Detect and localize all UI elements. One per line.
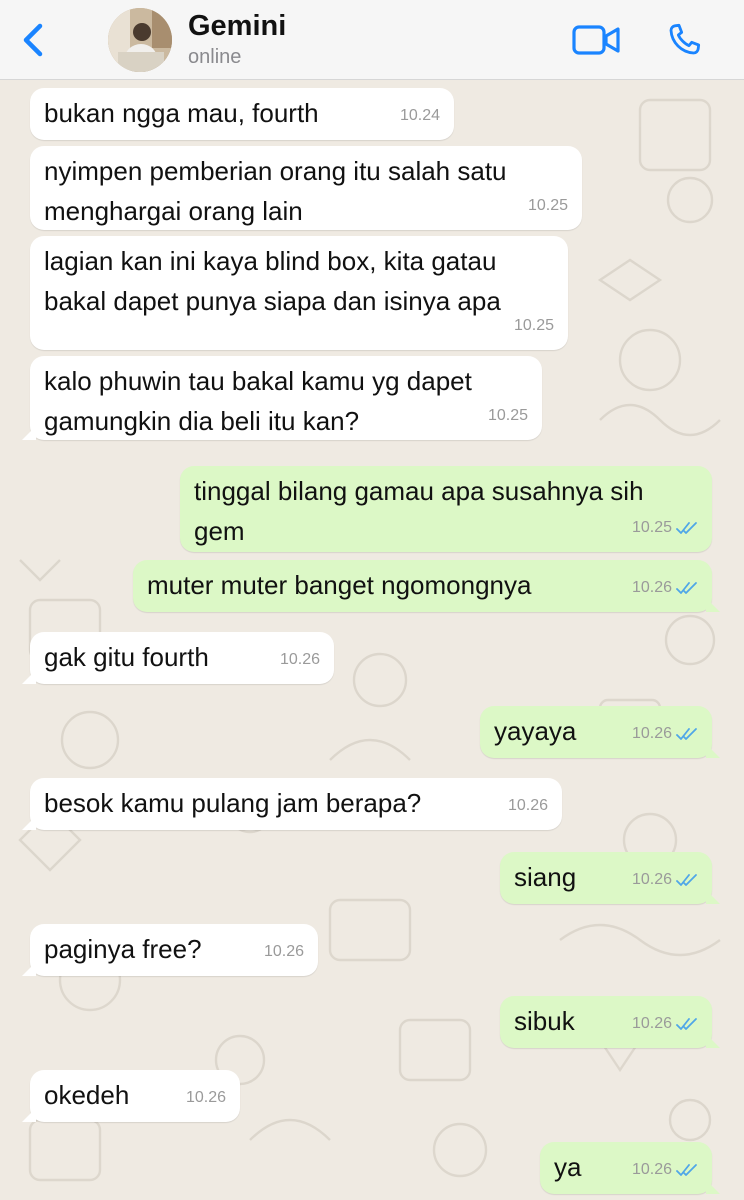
message-text: muter muter banget ngomongnya [147, 570, 532, 600]
outgoing-message[interactable]: tinggal bilang gamau apa susahnya sih gem… [180, 466, 712, 552]
voice-call-button[interactable] [664, 20, 704, 60]
message-time: 10.26 [631, 579, 672, 596]
message-time: 10.26 [263, 943, 304, 960]
outgoing-message[interactable]: ya 10.26 [540, 1142, 720, 1194]
message-text: lagian kan ini kaya blind box, kita gata… [44, 246, 501, 316]
double-check-icon [676, 582, 697, 594]
message-time: 10.24 [399, 107, 440, 124]
message-meta: 10.26 [632, 568, 698, 608]
incoming-message[interactable]: nyimpen pemberian orang itu salah satu me… [30, 146, 582, 230]
chat-header: Gemini online [0, 0, 744, 80]
message-meta: 10.26 [280, 640, 320, 680]
message-time: 10.26 [631, 1015, 672, 1032]
message-meta: 10.26 [264, 932, 304, 972]
message-meta: 10.26 [632, 714, 698, 754]
incoming-message[interactable]: paginya free? 10.26 [22, 924, 318, 976]
back-button[interactable] [18, 22, 50, 58]
outgoing-message[interactable]: muter muter banget ngomongnya 10.26 [133, 560, 720, 612]
message-time: 10.26 [507, 797, 548, 814]
phone-icon [669, 23, 701, 55]
message-time: 10.25 [513, 317, 554, 334]
incoming-message[interactable]: besok kamu pulang jam berapa? 10.26 [22, 778, 562, 830]
message-time: 10.25 [487, 407, 528, 424]
avatar-photo [108, 8, 172, 72]
message-meta: 10.25 [528, 186, 568, 226]
video-call-button[interactable] [572, 24, 620, 56]
message-text: tinggal bilang gamau apa susahnya sih gem [194, 476, 644, 546]
message-list[interactable]: bukan ngga mau, fourth 10.24 nyimpen pembe… [0, 80, 744, 1200]
double-check-icon [676, 728, 697, 740]
incoming-message[interactable]: okedeh 10.26 [22, 1070, 240, 1122]
outgoing-message[interactable]: yayaya 10.26 [480, 706, 720, 758]
message-meta: 10.26 [632, 860, 698, 900]
message-time: 10.25 [631, 519, 672, 536]
double-check-icon [676, 522, 697, 534]
message-time: 10.26 [631, 871, 672, 888]
message-meta: 10.25 [514, 306, 554, 346]
message-text: besok kamu pulang jam berapa? [44, 788, 422, 818]
message-time: 10.26 [279, 651, 320, 668]
double-check-icon [676, 1018, 697, 1030]
message-meta: 10.26 [186, 1078, 226, 1118]
incoming-message[interactable]: bukan ngga mau, fourth 10.24 [30, 88, 454, 140]
message-meta: 10.26 [508, 786, 548, 826]
incoming-message[interactable]: kalo phuwin tau bakal kamu yg dapet gamun… [22, 356, 542, 440]
incoming-message[interactable]: lagian kan ini kaya blind box, kita gata… [30, 236, 568, 350]
outgoing-message[interactable]: siang 10.26 [500, 852, 720, 904]
message-text: kalo phuwin tau bakal kamu yg dapet gamun… [44, 366, 472, 436]
message-time: 10.25 [527, 197, 568, 214]
message-text: nyimpen pemberian orang itu salah satu me… [44, 156, 507, 226]
message-meta: 10.24 [400, 96, 440, 136]
message-meta: 10.26 [632, 1004, 698, 1044]
incoming-message[interactable]: gak gitu fourth 10.26 [22, 632, 334, 684]
message-text: bukan ngga mau, fourth [44, 98, 319, 128]
message-text: gak gitu fourth [44, 642, 209, 672]
message-meta: 10.26 [632, 1150, 698, 1190]
avatar[interactable] [108, 8, 172, 72]
message-meta: 10.25 [488, 396, 528, 436]
double-check-icon [676, 874, 697, 886]
contact-status: online [188, 46, 242, 68]
double-check-icon [676, 1164, 697, 1176]
back-chevron-icon [23, 23, 43, 57]
message-time: 10.26 [631, 1161, 672, 1178]
message-time: 10.26 [185, 1089, 226, 1106]
message-meta: 10.25 [632, 508, 698, 548]
video-call-icon [572, 25, 620, 55]
contact-name[interactable]: Gemini [188, 10, 286, 43]
message-time: 10.26 [631, 725, 672, 742]
outgoing-message[interactable]: sibuk 10.26 [500, 996, 720, 1048]
